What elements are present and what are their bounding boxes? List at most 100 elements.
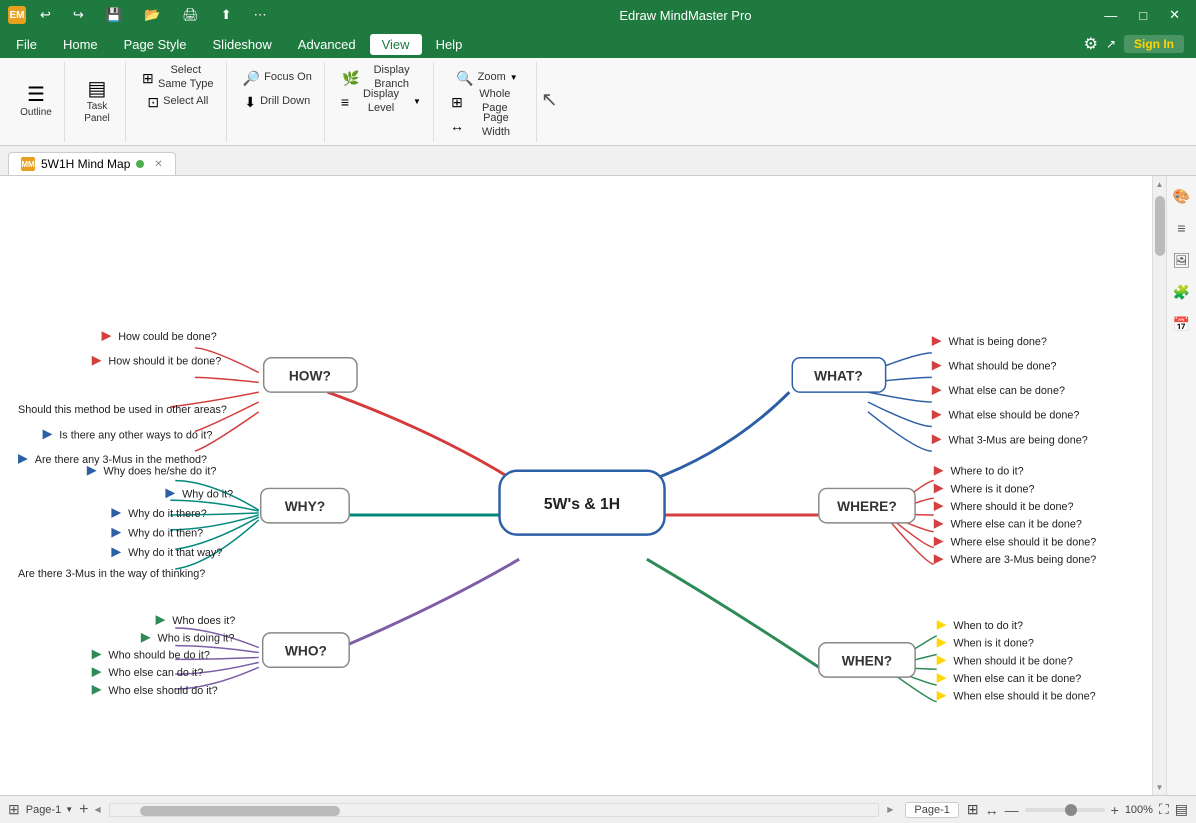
fit-width-button[interactable]: ↔ bbox=[985, 802, 999, 818]
page-view-icon[interactable]: ⊞ bbox=[8, 801, 20, 818]
menu-view[interactable]: View bbox=[370, 34, 422, 55]
svg-text:Are there any 3-Mus in the met: Are there any 3-Mus in the method? bbox=[35, 454, 207, 466]
outline-button[interactable]: ☰ Outline bbox=[14, 66, 58, 138]
maximize-button[interactable]: □ bbox=[1131, 5, 1155, 25]
when-branch-label: WHEN? bbox=[842, 653, 892, 668]
vscroll-down-arrow[interactable]: ▼ bbox=[1153, 779, 1166, 795]
why-leaf-3: Why do it there? bbox=[111, 508, 206, 520]
sidebar-calendar-icon[interactable]: 📅 bbox=[1170, 312, 1194, 336]
undo-button[interactable]: ↩ bbox=[32, 5, 59, 25]
menu-file[interactable]: File bbox=[4, 34, 49, 55]
svg-text:Should this method be used in: Should this method be used in other area… bbox=[18, 404, 227, 416]
why-leaf-5: Why do it that way? bbox=[111, 547, 222, 559]
hscroll-left-arrow[interactable]: ◀ bbox=[94, 805, 100, 814]
ribbon: ☰ Outline ▤ TaskPanel ⊞ Select Same Type… bbox=[0, 58, 1196, 146]
outline-icon: ☰ bbox=[27, 85, 45, 105]
layout-button[interactable]: ▤ bbox=[1175, 801, 1188, 818]
page-1-tab[interactable]: Page-1 bbox=[905, 802, 958, 818]
where-branch-label: WHERE? bbox=[837, 499, 897, 514]
account-options[interactable]: ⚙ bbox=[1084, 34, 1098, 54]
whole-page-label: Whole Page bbox=[467, 88, 523, 114]
zoom-plus[interactable]: + bbox=[1111, 802, 1119, 818]
app-logo: EM bbox=[8, 6, 26, 24]
display-branch-button[interactable]: 🌿 Display Branch bbox=[335, 66, 427, 90]
drill-down-button[interactable]: ⬇ Drill Down bbox=[237, 90, 318, 114]
display-level-button[interactable]: ≡ Display Level ▼ bbox=[335, 90, 427, 114]
whole-page-button[interactable]: ⊞ Whole Page bbox=[444, 90, 530, 114]
save-button[interactable]: 💾 bbox=[98, 5, 130, 25]
share-button[interactable]: ↗ bbox=[1106, 37, 1116, 51]
tab-close[interactable]: ✕ bbox=[154, 159, 162, 170]
focus-label: Focus On bbox=[264, 71, 312, 84]
fit-page-button[interactable]: ⊞ bbox=[967, 801, 979, 818]
who-leaf-5: Who else should do it? bbox=[92, 685, 218, 697]
ribbon-focus-group: 🔎 Focus On ⬇ Drill Down bbox=[231, 62, 325, 142]
zoom-thumb[interactable] bbox=[1065, 804, 1077, 816]
zoom-slider[interactable] bbox=[1025, 808, 1105, 812]
page-dropdown-label: Page-1 bbox=[26, 804, 61, 816]
horizontal-scrollbar[interactable] bbox=[109, 803, 880, 817]
fullscreen-button[interactable]: ⛶ bbox=[1159, 801, 1169, 818]
more-button[interactable]: ⋯ bbox=[246, 5, 275, 25]
menu-advanced[interactable]: Advanced bbox=[286, 34, 368, 55]
page-width-button[interactable]: ↔ Page Width bbox=[444, 114, 530, 138]
canvas[interactable]: 5W's & 1H WHAT? What is being done? What… bbox=[0, 176, 1166, 795]
signin-button[interactable]: Sign In bbox=[1124, 35, 1184, 53]
focus-buttons: 🔎 Focus On ⬇ Drill Down bbox=[237, 66, 318, 114]
task-panel-label: TaskPanel bbox=[84, 101, 110, 125]
menu-home[interactable]: Home bbox=[51, 34, 110, 55]
svg-text:Where should it be done?: Where should it be done? bbox=[950, 501, 1073, 513]
select-buttons: ⊞ Select Same Type ⊡ Select All bbox=[136, 66, 220, 114]
focus-on-button[interactable]: 🔎 Focus On bbox=[237, 66, 318, 90]
page-tab-area: Page-1 bbox=[905, 802, 958, 818]
svg-text:What should be done?: What should be done? bbox=[949, 361, 1057, 373]
titlebar-controls: — □ ✕ bbox=[1096, 5, 1188, 25]
select-all-button[interactable]: ⊡ Select All bbox=[136, 90, 220, 114]
zoom-minus[interactable]: — bbox=[1005, 802, 1019, 818]
open-button[interactable]: 📂 bbox=[136, 5, 168, 25]
svg-text:When else should it be done?: When else should it be done? bbox=[953, 691, 1095, 703]
doc-tab[interactable]: MM 5W1H Mind Map ✕ bbox=[8, 152, 176, 175]
sidebar-paint-icon[interactable]: 🎨 bbox=[1170, 184, 1194, 208]
vscroll-thumb[interactable] bbox=[1155, 196, 1165, 256]
vscroll-up-arrow[interactable]: ▲ bbox=[1153, 176, 1166, 192]
svg-text:Who should be do it?: Who should be do it? bbox=[108, 649, 209, 661]
page-width-icon: ↔ bbox=[450, 119, 464, 133]
titlebar: EM ↩ ↪ 💾 📂 🖨 ⬆ ⋯ Edraw MindMaster Pro — … bbox=[0, 0, 1196, 30]
select-same-type-button[interactable]: ⊞ Select Same Type bbox=[136, 66, 220, 90]
sidebar-image-icon[interactable]: 🖼 bbox=[1170, 248, 1194, 272]
minimize-button[interactable]: — bbox=[1096, 5, 1125, 25]
svg-text:What else should be done?: What else should be done? bbox=[949, 410, 1080, 422]
task-panel-button[interactable]: ▤ TaskPanel bbox=[75, 66, 119, 138]
how-leaf-3: Should this method be used in other area… bbox=[18, 404, 227, 416]
redo-button[interactable]: ↪ bbox=[65, 5, 92, 25]
how-branch-label: HOW? bbox=[289, 368, 331, 383]
drill-label: Drill Down bbox=[260, 95, 310, 108]
menu-pagestyle[interactable]: Page Style bbox=[112, 34, 199, 55]
vertical-scrollbar[interactable]: ▲ ▼ bbox=[1152, 176, 1166, 795]
what-leaf-3: What else can be done? bbox=[932, 385, 1065, 397]
print-button[interactable]: 🖨 bbox=[174, 5, 207, 25]
sidebar-puzzle-icon[interactable]: 🧩 bbox=[1170, 280, 1194, 304]
hscroll-right-arrow[interactable]: ▶ bbox=[887, 805, 893, 814]
hscroll-thumb[interactable] bbox=[140, 806, 340, 816]
svg-text:Why do it there?: Why do it there? bbox=[128, 508, 207, 520]
zoom-label: Zoom bbox=[478, 71, 506, 84]
page-dropdown-arrow[interactable]: ▼ bbox=[65, 805, 73, 814]
display-branch-icon: 🌿 bbox=[342, 71, 359, 85]
svg-text:Are there 3-Mus in the way of: Are there 3-Mus in the way of thinking? bbox=[18, 568, 205, 580]
svg-text:How could be done?: How could be done? bbox=[118, 331, 216, 343]
menu-help[interactable]: Help bbox=[424, 34, 475, 55]
menu-slideshow[interactable]: Slideshow bbox=[201, 34, 284, 55]
add-page-button[interactable]: + bbox=[79, 801, 88, 819]
who-leaf-2: Who is doing it? bbox=[141, 633, 235, 645]
svg-text:What 3-Mus are being done?: What 3-Mus are being done? bbox=[949, 434, 1088, 446]
close-button[interactable]: ✕ bbox=[1161, 5, 1188, 25]
zoom-button[interactable]: 🔍 Zoom ▼ bbox=[444, 66, 530, 90]
cursor-indicator: ↖ bbox=[541, 87, 558, 112]
svg-text:When else can it be done?: When else can it be done? bbox=[953, 673, 1081, 685]
export-button[interactable]: ⬆ bbox=[213, 5, 240, 25]
center-node-text: 5W's & 1H bbox=[544, 496, 620, 513]
sidebar-list-icon[interactable]: ≡ bbox=[1170, 216, 1194, 240]
ribbon-hint: ↖ bbox=[541, 87, 1188, 116]
